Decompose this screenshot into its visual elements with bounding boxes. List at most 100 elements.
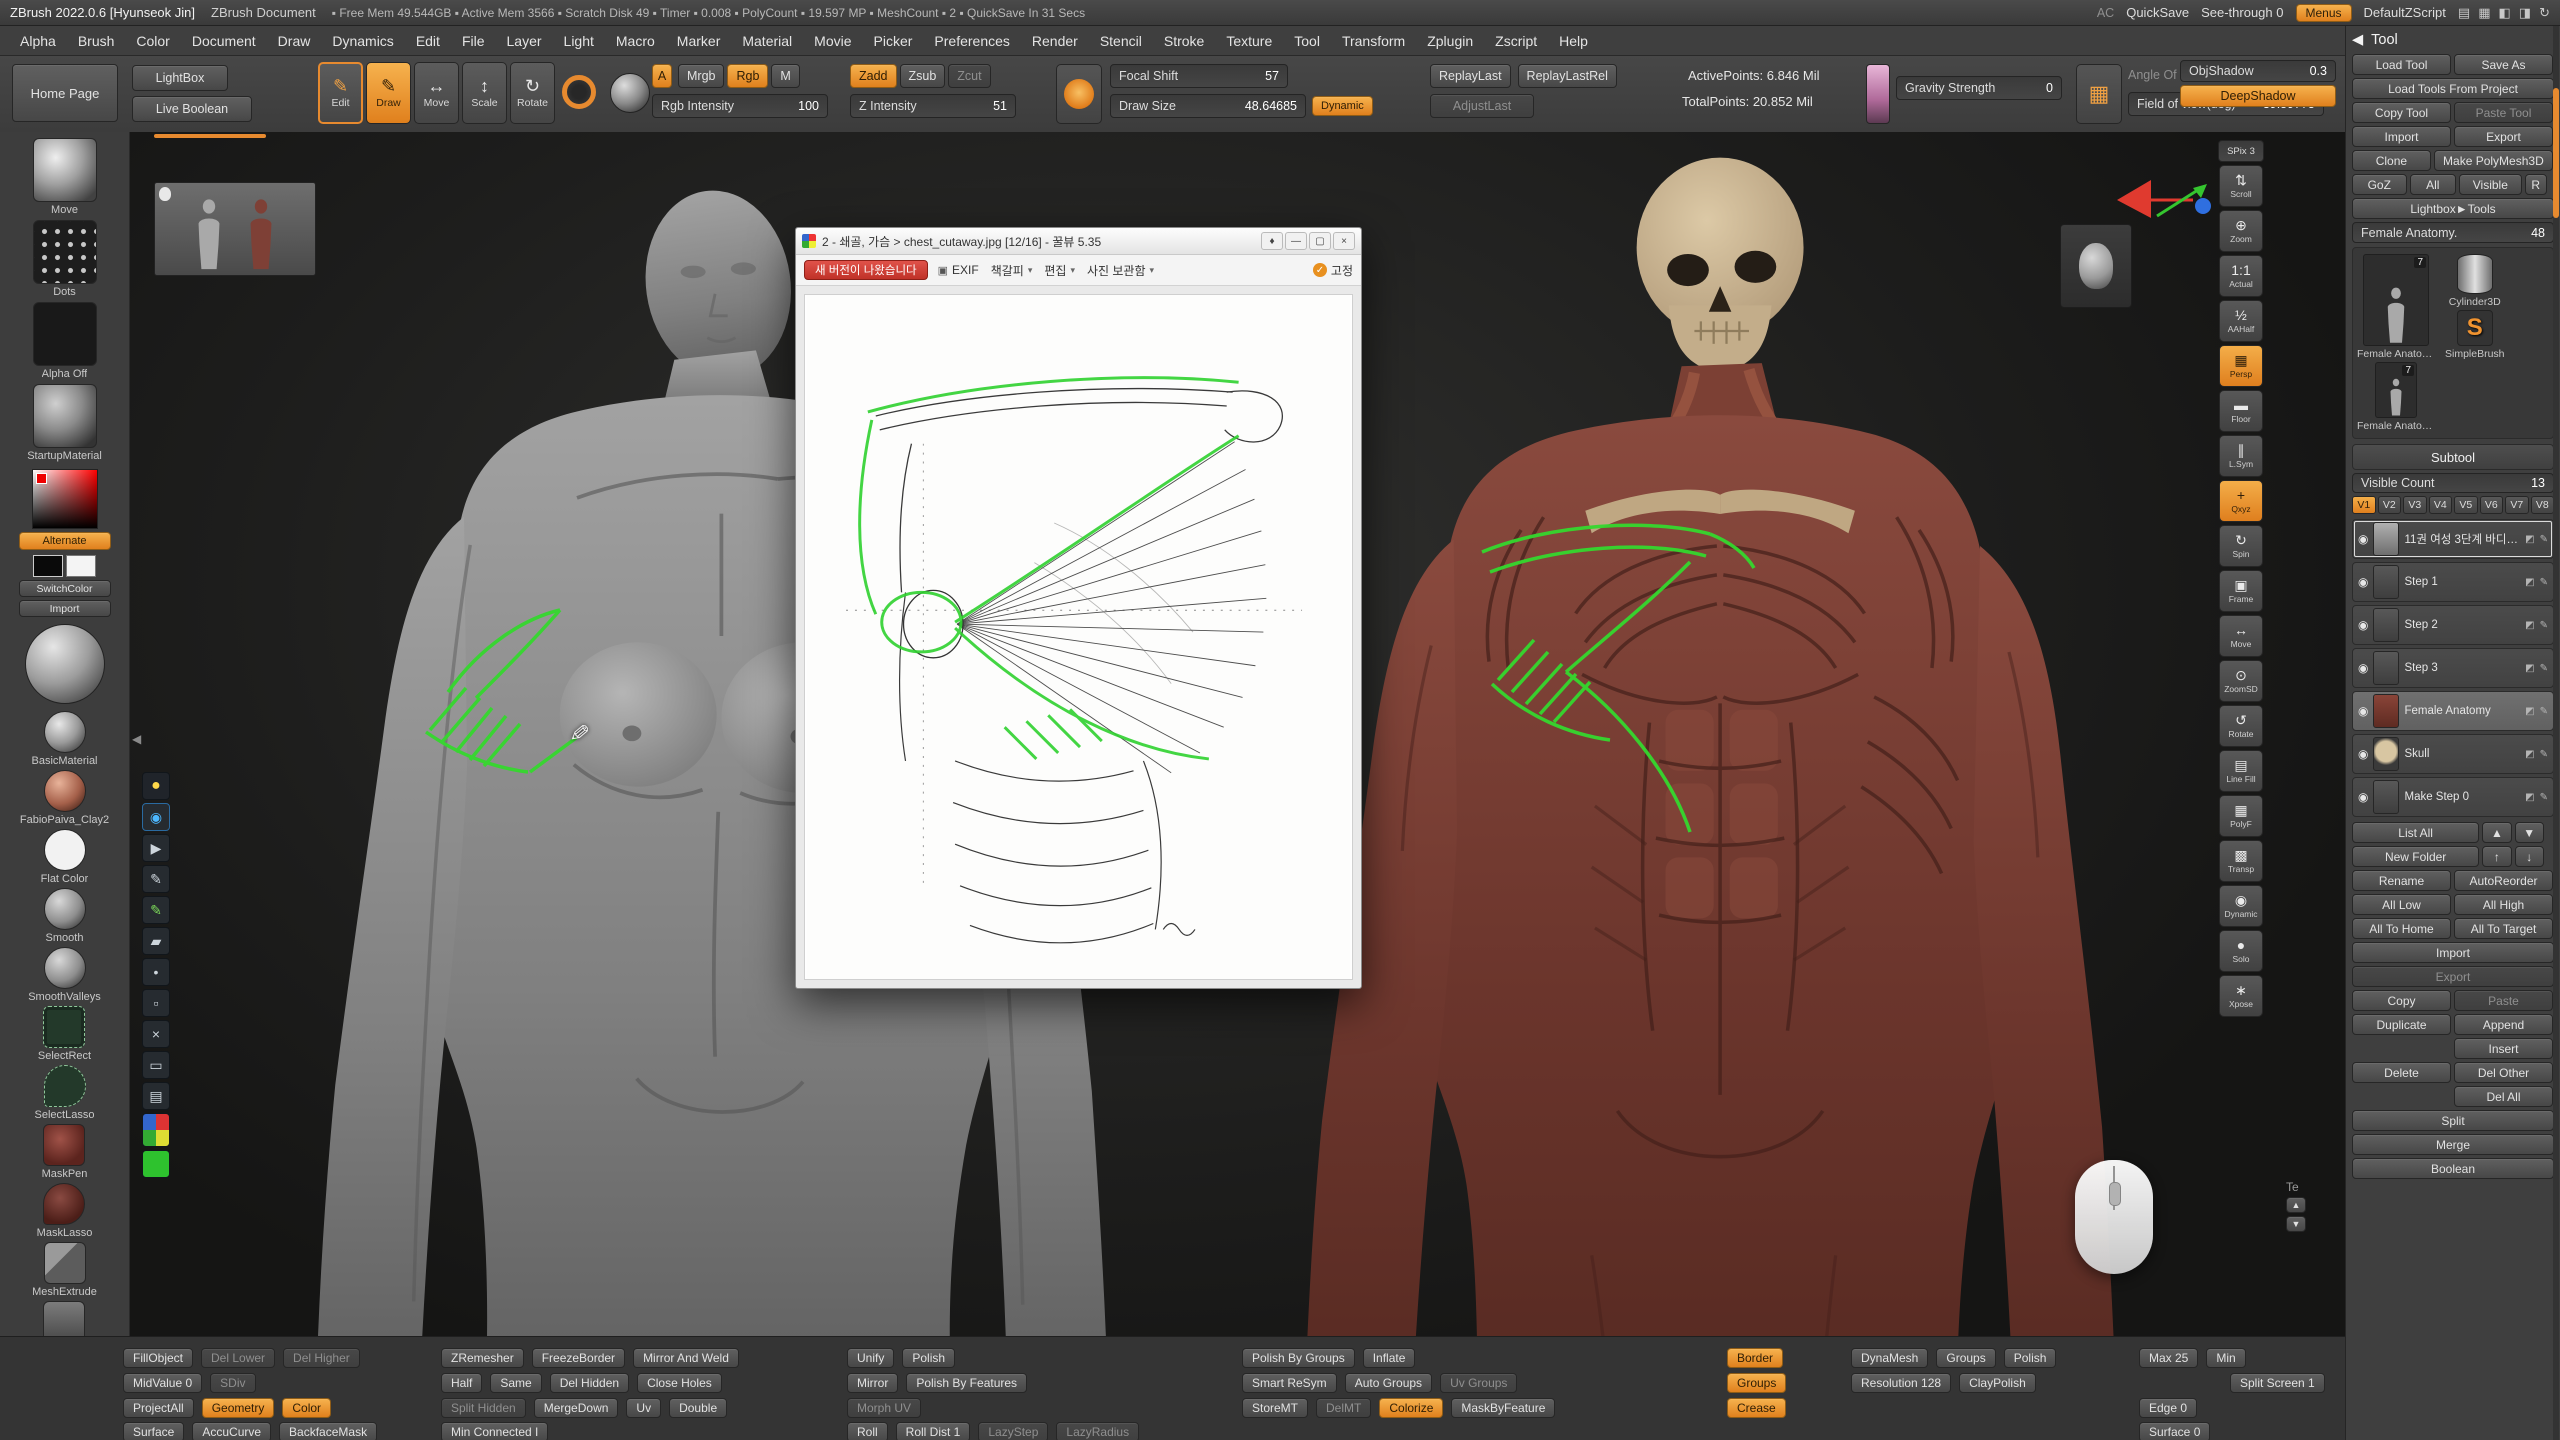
left-dock-arrow[interactable]: ◀ [132,732,141,746]
v6[interactable]: V6 [2480,496,2504,514]
del-higher[interactable]: Del Higher [283,1348,360,1368]
menu-item-zscript[interactable]: Zscript [1485,30,1547,52]
alternate-button[interactable]: Alternate [19,532,111,550]
append-button[interactable]: Append [2454,1014,2553,1035]
polish[interactable]: Polish [902,1348,955,1368]
smart-resym[interactable]: Smart ReSym [1242,1373,1337,1393]
photo-library-menu[interactable]: 사진 보관함▾ [1085,262,1156,279]
v8[interactable]: V8 [2531,496,2555,514]
uv-groups[interactable]: Uv Groups [1440,1373,1517,1393]
menu-item-stencil[interactable]: Stencil [1090,30,1152,52]
make-polymesh3d-button[interactable]: Make PolyMesh3D [2434,150,2553,171]
home-page-button[interactable]: Home Page [12,64,118,122]
menu-item-layer[interactable]: Layer [497,30,552,52]
visibility-eye-icon[interactable]: ◉ [142,803,170,831]
duplicate-button[interactable]: Duplicate [2352,1014,2451,1035]
screen-icon[interactable]: ▭ [142,1051,170,1079]
polypaint-icon[interactable]: ◩ [2525,534,2534,545]
save-as-button[interactable]: Save As [2454,54,2553,75]
green-swatch[interactable] [142,1150,170,1178]
zoom-button[interactable]: ⊕ Zoom [2219,210,2263,252]
new-folder-button[interactable]: New Folder [2352,846,2479,867]
edge-0[interactable]: Edge 0 [2139,1398,2197,1418]
polypaint-icon[interactable]: ◩ [2525,663,2534,674]
live-boolean-button[interactable]: Live Boolean [132,96,252,122]
split-right-icon[interactable]: ◨ [2519,5,2531,21]
pencil-color-icon[interactable]: ✎ [142,896,170,924]
menu-item-document[interactable]: Document [182,30,266,52]
menu-item-macro[interactable]: Macro [606,30,665,52]
import-subtool-button[interactable]: Import [2352,942,2554,963]
trash-icon[interactable]: × [142,1020,170,1048]
draw-button[interactable]: ✎ Draw [366,62,411,124]
roll[interactable]: Roll [847,1422,888,1440]
all-low-button[interactable]: All Low [2352,894,2451,915]
sdiv[interactable]: SDiv [210,1373,255,1393]
lightbox-tools-button[interactable]: Lightbox►Tools [2352,198,2554,219]
exif-button[interactable]: ▣ EXIF [936,263,981,277]
polypaint-icon[interactable]: ◩ [2525,577,2534,588]
draw-size-slider[interactable]: Draw Size48.64685 [1110,94,1306,118]
panel-scrollbar-track[interactable] [2553,26,2559,1440]
female-anatomy[interactable]: ◉ Female Anatomy ◩ ✎ [2352,691,2554,731]
menu-item-draw[interactable]: Draw [268,30,321,52]
resolution-128[interactable]: Resolution 128 [1851,1373,1951,1393]
stroke-type-icon[interactable] [562,75,596,109]
pin-toggle[interactable]: ✓ 고정 [1313,262,1353,279]
aahalf-button[interactable]: ½ AAHalf [2219,300,2263,342]
secondary-color-swatch[interactable] [66,555,96,577]
menu-item-picker[interactable]: Picker [864,30,923,52]
masklasso-brush[interactable]: MaskLasso [37,1183,93,1239]
cursor-icon[interactable]: ▶ [142,834,170,862]
image-viewer-window[interactable]: 2 - 쇄골, 가슴 > chest_cutaway.jpg [12/16] -… [795,227,1362,989]
polypaint-icon[interactable]: ◩ [2525,792,2534,803]
viewer-titlebar[interactable]: 2 - 쇄골, 가슴 > chest_cutaway.jpg [12/16] -… [796,228,1361,255]
maskbyfeature[interactable]: MaskByFeature [1451,1398,1555,1418]
del-lower[interactable]: Del Lower [201,1348,275,1368]
menu-item-brush[interactable]: Brush [68,30,125,52]
list-all-button[interactable]: List All [2352,822,2479,843]
dynamic-draw-size-button[interactable]: Dynamic [1312,96,1373,116]
subtool-up-button[interactable]: ▲ [2482,822,2511,843]
spix-slider[interactable]: SPix3 [2218,140,2264,162]
uv[interactable]: Uv [626,1398,661,1418]
camera-head-widget[interactable] [2060,224,2132,308]
goz-r-button[interactable]: R [2525,174,2547,195]
xpose-button[interactable]: ∗ Xpose [2219,975,2263,1017]
zremesher[interactable]: ZRemesher [441,1348,524,1368]
copy-subtool-button[interactable]: Copy [2352,990,2451,1011]
gravity-strength-slider[interactable]: Gravity Strength0 [1896,76,2062,100]
subtool-section-header[interactable]: Subtool [2352,444,2554,470]
visibility-eye-icon[interactable]: ◉ [2358,704,2368,718]
polish-by-groups[interactable]: Polish By Groups [1242,1348,1355,1368]
polypaint-icon[interactable]: ◩ [2525,706,2534,717]
split-hidden[interactable]: Split Hidden [441,1398,526,1418]
startup-material[interactable]: StartupMaterial [27,384,102,462]
unify[interactable]: Unify [847,1348,894,1368]
del-hidden[interactable]: Del Hidden [550,1373,629,1393]
surface-0[interactable]: Surface 0 [2139,1422,2210,1440]
see-through-slider[interactable]: See-through 0 [2201,5,2283,20]
geometry[interactable]: Geometry [202,1398,275,1418]
visibility-eye-icon[interactable]: ◉ [2358,790,2368,804]
all-high-button[interactable]: All High [2454,894,2553,915]
edit-subtool-icon[interactable]: ✎ [2540,663,2548,674]
selectrect-brush[interactable]: SelectRect [38,1006,91,1062]
zsub-button[interactable]: Zsub [900,64,946,88]
visibility-eye-icon[interactable]: ◉ [2358,575,2368,589]
clipboard-icon[interactable]: ▤ [142,1082,170,1110]
line-fill-button[interactable]: ▤ Line Fill [2219,750,2263,792]
rotate-button[interactable]: ↻ Rotate [510,62,555,124]
switchcolor-button[interactable]: SwitchColor [19,580,111,597]
maskpen-brush[interactable]: MaskPen [42,1124,88,1180]
menu-item-zplugin[interactable]: Zplugin [1417,30,1483,52]
edit-subtool-icon[interactable]: ✎ [2540,620,2548,631]
inflate[interactable]: Inflate [1363,1348,1416,1368]
max-25[interactable]: Max 25 [2139,1348,2198,1368]
crease[interactable]: Crease [1727,1398,1786,1418]
recent-tool-thumbnail[interactable]: 7 [2375,362,2417,418]
step-2[interactable]: ◉ Step 2 ◩ ✎ [2352,605,2554,645]
polypaint-icon[interactable]: ◩ [2525,749,2534,760]
step-1[interactable]: ◉ Step 1 ◩ ✎ [2352,562,2554,602]
quicksave-button[interactable]: QuickSave [2126,5,2189,20]
